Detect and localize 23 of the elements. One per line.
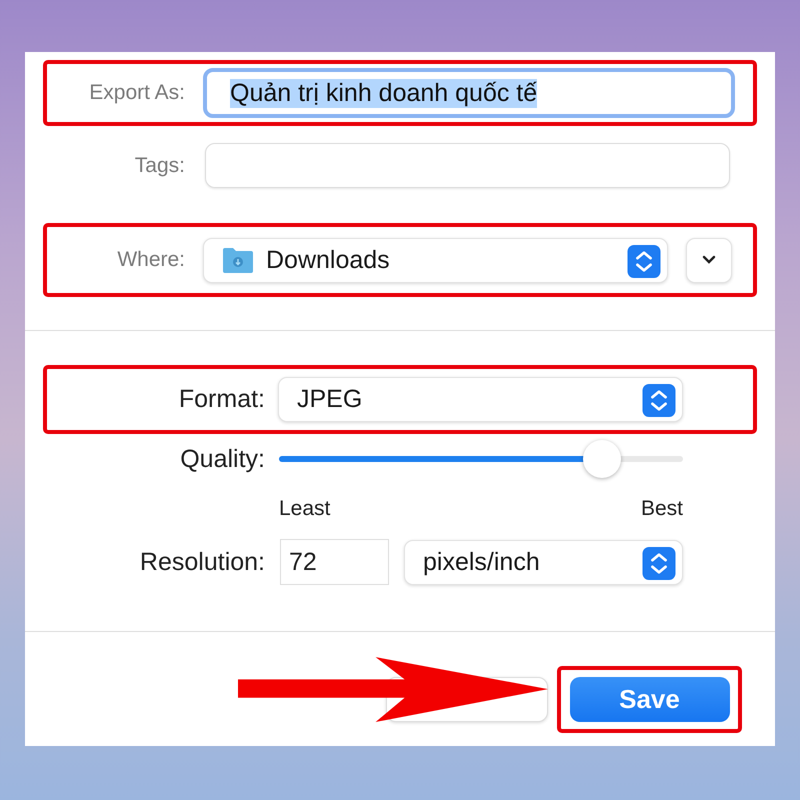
slider-handle[interactable] — [583, 440, 622, 478]
export-as-label: Export As: — [88, 81, 185, 105]
tags-label: Tags: — [134, 154, 185, 178]
tags-field[interactable] — [205, 143, 730, 188]
filename-field[interactable]: Quản trị kinh doanh quốc tế — [203, 68, 735, 118]
best-label: Best — [640, 497, 683, 521]
expand-button[interactable] — [686, 238, 732, 282]
location-dropdown[interactable]: Downloads — [203, 238, 668, 282]
stepper-icon — [626, 244, 662, 278]
resolution-field[interactable]: 72 — [280, 539, 389, 585]
stepper-icon — [641, 546, 677, 580]
format-label: Format: — [178, 385, 265, 414]
save-button[interactable]: Save — [570, 677, 730, 722]
format-dropdown[interactable]: JPEG — [278, 377, 683, 422]
quality-slider[interactable] — [279, 439, 683, 479]
folder-icon — [222, 246, 254, 274]
least-label: Least — [279, 497, 330, 521]
where-label: Where: — [116, 248, 185, 272]
resolution-label: Resolution: — [138, 548, 265, 576]
stepper-icon — [641, 384, 677, 417]
chevron-icon — [702, 255, 716, 265]
unit-dropdown[interactable]: pixels/inch — [404, 540, 683, 584]
quality-label: Quality: — [179, 444, 265, 474]
